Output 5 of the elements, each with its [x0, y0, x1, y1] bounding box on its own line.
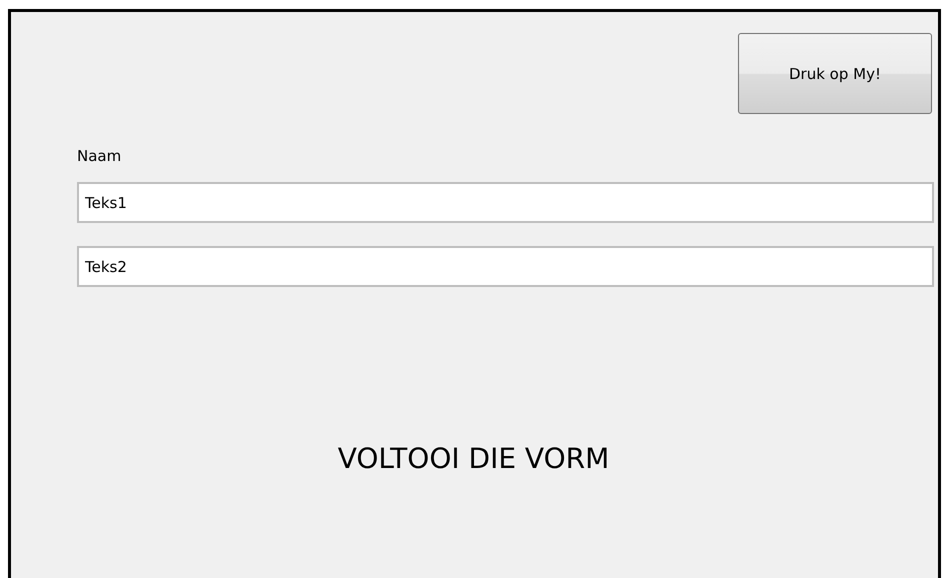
push-button[interactable]: Druk op My!	[738, 33, 932, 114]
form-heading: VOLTOOI DIE VORM	[338, 442, 610, 475]
text-field[interactable]: Teks2	[77, 246, 934, 287]
name-label: Naam	[77, 147, 122, 165]
text-field[interactable]: Teks1	[77, 182, 934, 223]
